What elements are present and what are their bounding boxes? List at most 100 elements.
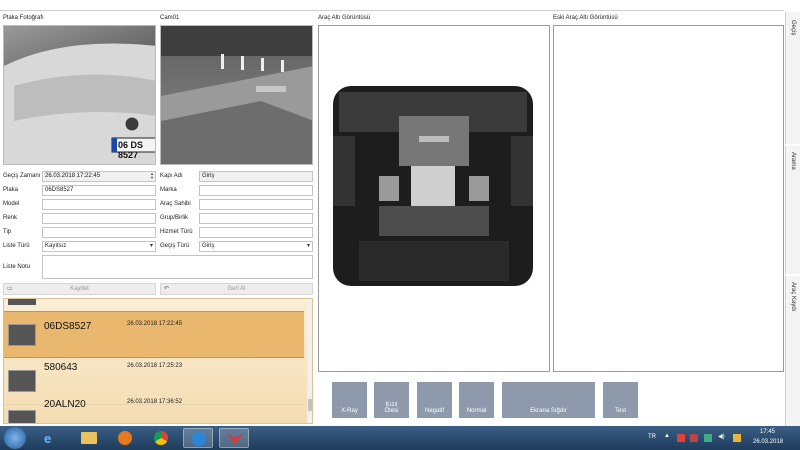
service-type-label: Hizmet Türü [160,229,193,235]
show-hidden-icons-icon[interactable]: ▲ [664,433,670,439]
record-plate: 06DS8527 [44,321,92,332]
undo-icon: ↶ [164,286,170,292]
camera-scene-image [161,26,312,164]
owner-field[interactable] [199,199,313,210]
plate-photo: 06 DS 8527 [3,25,156,165]
old-undercarriage-title: Eski Araç Altı Görüntüsü [553,15,618,21]
list-scrollbar[interactable] [307,299,312,423]
pass-time-value: 26.03.2018 17:22:45 [45,173,101,179]
negative-button[interactable]: Negatif [417,382,452,418]
save-button[interactable]: ▭ Kaydet [3,283,156,295]
brand-field[interactable] [199,185,313,196]
media-player-icon[interactable] [110,428,140,448]
undercarriage-title: Araç Altı Görüntüsü [318,15,371,21]
brand-label: Marka [160,187,177,193]
normal-button[interactable]: Normal [459,382,494,418]
save-disk-icon: ▭ [7,286,13,292]
group-label: Grup/Birlik [160,215,189,221]
plate-field[interactable]: 06DS8527 [42,185,156,196]
tray-app-icon[interactable] [690,434,698,442]
tab-search[interactable]: Arama [785,146,800,274]
undercarriage-scan-image [333,86,533,286]
tab-pass[interactable]: Geçiş [785,12,800,144]
pass-type-label: Geçiş Türü [160,243,190,249]
undercarriage-image-panel [318,25,550,372]
type-label: Tip [3,229,12,235]
fit-screen-button-label: Ekrana Sığdır [530,408,567,414]
color-field[interactable] [42,213,156,224]
tab-vehicle-record[interactable]: Araç Kaydı [785,276,800,426]
app-logo-icon [227,433,243,445]
type-field[interactable] [42,227,156,238]
list-item[interactable]: 06DS8527 26.03.2018 17:22:45 [4,311,304,358]
list-item[interactable]: 20ALN20 26.03.2018 17:36:52 [4,399,304,423]
list-type-select[interactable]: Kayıtsız [42,241,156,252]
vehicle-thumbnail [8,370,36,392]
record-datetime: 26.03.2018 17:25:23 [127,363,183,369]
xray-button[interactable]: X-Ray [332,382,367,418]
scrollbar-thumb[interactable] [308,399,312,411]
model-field[interactable] [42,199,156,210]
tab-pass-label: Geçiş [790,20,796,36]
undercarriage-app-icon[interactable] [219,428,249,448]
start-button-icon[interactable] [4,427,26,449]
gate-label: Kapı Adı [160,173,183,179]
plate-label: Plaka [3,187,19,193]
gate-field[interactable]: Giriş [199,171,313,182]
network-icon[interactable] [704,434,712,442]
spin-arrows-icon[interactable]: ▲ ▼ [150,172,154,180]
infrared-label-line2: Ötesi [384,408,399,414]
vehicle-thumbnail [8,324,36,346]
chrome-logo-icon [154,431,168,445]
model-label: Model [3,201,20,207]
camera-title: Cam01 [160,15,180,21]
skype-business-icon[interactable] [183,428,213,448]
tray-flag-icon[interactable] [677,434,685,442]
records-list[interactable]: 06DS8527 26.03.2018 17:22:45 580643 26.0… [3,298,313,424]
record-datetime: 26.03.2018 17:36:52 [127,399,183,405]
list-note-field[interactable] [42,255,313,279]
partial-thumbnail [8,299,36,305]
fit-screen-button[interactable]: Ekrana Sığdır [502,382,595,418]
file-explorer-icon[interactable] [74,428,104,448]
windows-taskbar: e TR ▲ ◀) 17:45 26.03.2018 [0,426,800,450]
record-datetime: 26.03.2018 17:22:45 [127,321,183,327]
internet-explorer-icon[interactable]: e [36,428,66,448]
chrome-icon[interactable] [146,428,176,448]
group-field[interactable] [199,213,313,224]
record-plate: 20ALN20 [44,399,86,410]
pass-type-select[interactable]: Giriş [199,241,313,252]
camera-image [160,25,313,165]
plate-photo-text: 06 DS 8527 [118,140,144,160]
list-note-label: Liste Notu [3,264,31,270]
folder-icon [81,432,97,444]
xray-button-label: X-Ray [341,408,358,414]
application-window: Plaka Fotoğrafı Cam01 Araç Altı Görüntüs… [0,0,800,426]
tab-vehicle-record-label: Araç Kaydı [790,282,796,312]
vehicle-thumbnail [8,410,36,423]
clock-date[interactable]: 26.03.2018 [753,439,783,445]
tab-search-label: Arama [790,152,796,170]
save-button-label: Kaydet [70,286,89,292]
list-item[interactable]: 580643 26.03.2018 17:25:23 [4,358,304,405]
service-type-field[interactable] [199,227,313,238]
old-undercarriage-image-panel [553,25,784,372]
language-indicator[interactable]: TR [648,434,656,440]
color-label: Renk [3,215,18,221]
negative-button-label: Negatif [424,408,444,414]
skype-logo-icon [192,432,206,446]
clock-time[interactable]: 17:45 [760,429,775,435]
play-icon [118,431,132,445]
record-plate: 580643 [44,362,78,373]
pass-time-field[interactable]: 26.03.2018 17:22:45 ▲ ▼ [42,171,156,182]
owner-label: Araç Sahibi [160,201,191,207]
test-button-label: Test [614,408,626,414]
undo-button[interactable]: ↶ Geri Al [160,283,313,295]
volume-icon[interactable]: ◀) [718,433,725,440]
tray-notify-icon[interactable] [733,434,741,442]
test-button[interactable]: Test [603,382,638,418]
pass-time-label: Geçiş Zamanı [3,173,41,179]
plate-photo-title: Plaka Fotoğrafı [3,15,44,21]
top-divider [0,10,784,11]
infrared-button[interactable]: Kızıl Ötesi [374,382,409,418]
